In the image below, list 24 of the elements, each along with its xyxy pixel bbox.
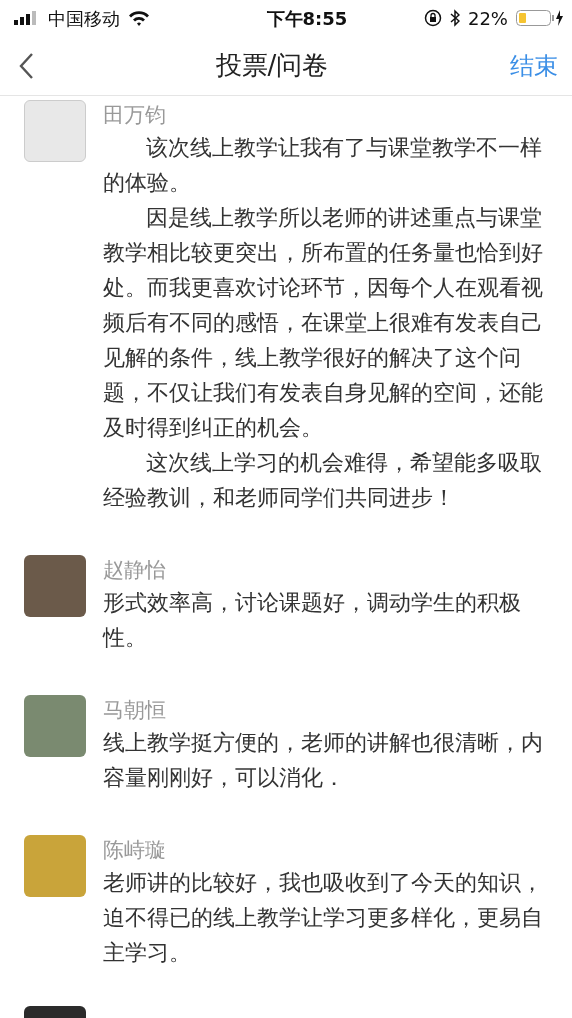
carrier-name: 中国移动 [48, 6, 120, 31]
comment-text: 这次线上学习的机会难得，希望能多吸取经验教训，和老师同学们共同进步！ [103, 449, 543, 512]
bluetooth-icon [449, 9, 460, 27]
comment-text: 形式效率高，讨论课题好，调动学生的积极性。 [103, 589, 522, 652]
user-name: 马朝恒 [103, 697, 167, 724]
user-name: 赵静怡 [103, 557, 167, 584]
comment-text: 线上教学挺方便的，老师的讲解也很清晰，内容量刚刚好，可以消化． [103, 729, 544, 792]
avatar-photo [24, 555, 86, 617]
end-button[interactable]: 结束 [510, 47, 558, 84]
back-button[interactable] [18, 51, 34, 80]
rotation-lock-icon [423, 9, 442, 27]
battery-charging-icon [516, 9, 564, 27]
user-name: 田万钧 [103, 102, 167, 129]
comment-text: 因是线上教学所以老师的讲述重点与课堂教学相比较更突出，所布置的任务量也恰到好处。而我更喜欢讨论环节，因每个人在观看视频后有不同的感悟，在课堂上很难有发表自己见解的条件，线上教学很好的解决了这个问题，不仅让我们有发表自身见解的空间，还能及时得到纠正的机会。 [103, 204, 544, 442]
wifi-icon [128, 10, 150, 26]
comment-text: 该次线上教学让我有了与课堂教学不一样的体验。 [103, 134, 543, 197]
avatar-photo [24, 835, 86, 897]
user-name: 陈峙璇 [103, 837, 167, 864]
avatar-photo [24, 695, 86, 757]
battery-percent: 22% [467, 6, 508, 31]
avatar-photo [24, 100, 86, 162]
status-time: 下午8:55 [266, 6, 348, 31]
comment-text: 老师讲的比较好，我也吸收到了今天的知识，迫不得已的线上教学让学习更多样化，更易自主学习。 [103, 869, 544, 967]
page-title: 投票/问卷 [215, 49, 329, 82]
